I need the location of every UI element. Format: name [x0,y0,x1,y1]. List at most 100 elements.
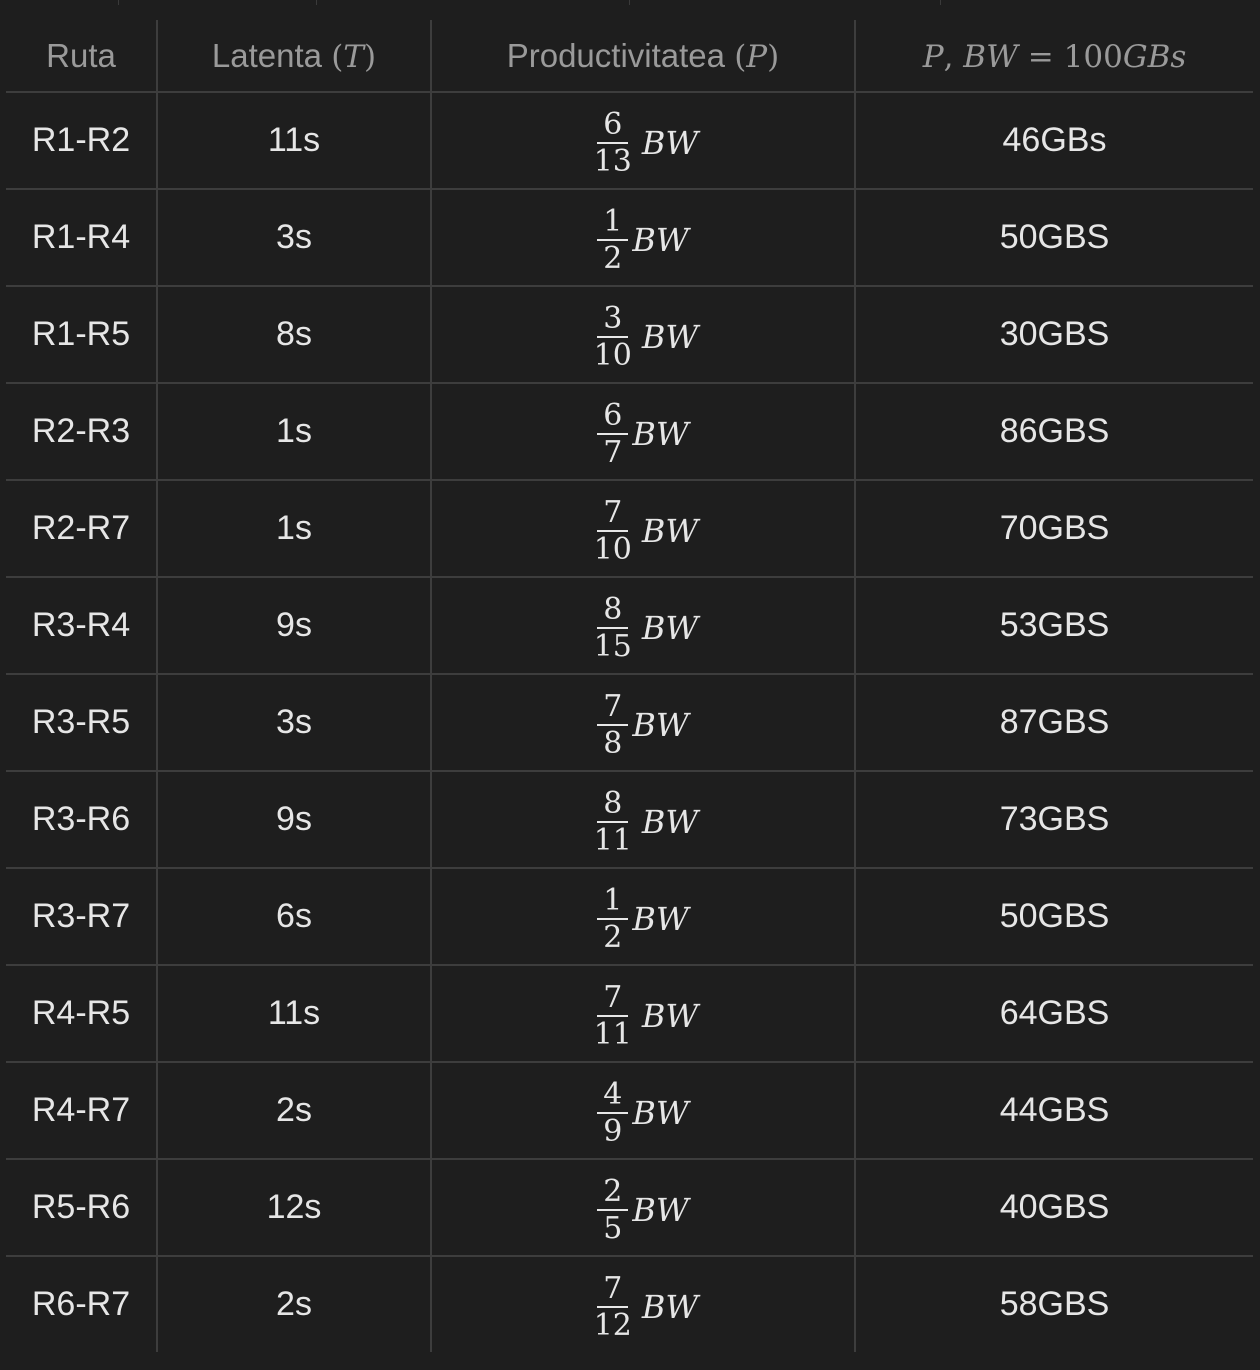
value-cell: 44GBS [854,1062,1253,1160]
fraction-denominator: 15 [593,629,632,664]
fraction: 7 10 [588,496,638,566]
latency-text: 3s [276,703,312,741]
throughput-cell: 6 13 BW [430,92,855,190]
fraction-denominator: 13 [593,144,632,179]
bw-symbol: BW [632,1191,689,1229]
header-latency-label: Latenta [211,36,323,74]
throughput-formula: 7 12 BW [588,1272,699,1342]
fraction-denominator: 11 [593,1017,632,1052]
throughput-formula: 4 9 BW [597,1078,689,1148]
latency-text: 11s [267,994,321,1032]
throughput-cell: 7 11 BW [430,965,855,1063]
page: Ruta Latenta (T) Productivitatea (P) P, … [0,0,1260,1370]
fraction-numerator: 2 [597,1175,629,1211]
fraction-numerator: 8 [597,593,629,629]
fraction-numerator: 6 [597,108,629,144]
value-text: 50GBS [999,218,1110,256]
throughput-formula: 8 11 BW [588,787,699,857]
throughput-symbol: P [746,38,768,75]
table-row: R3-R6 9s 8 11 BW 73GBS [6,771,1253,869]
bw-symbol: BW [641,803,699,841]
fraction-numerator: 7 [597,1272,629,1308]
throughput-cell: 7 8 BW [430,674,855,772]
fraction: 12 [597,884,629,955]
latency-text: 9s [276,606,312,644]
route-text: R1-R2 [31,121,131,159]
table-row: R1-R5 8s 3 10 BW 30GBS [6,286,1253,384]
fraction-denominator: 8 [603,726,623,761]
throughput-formula: 3 10 BW [588,302,699,372]
route-text: R4-R7 [31,1091,131,1129]
table-row: R2-R7 1s 7 10 BW 70GBS [6,480,1253,578]
latency-text: 1s [276,509,312,547]
route-text: R5-R6 [31,1188,131,1226]
throughput-cell: 7 10 BW [430,480,855,578]
fraction-denominator: 2 [603,920,623,955]
throughput-formula: 2 5 BW [597,1175,689,1246]
route-cell: R5-R6 [6,1159,157,1257]
fraction-denominator: 7 [603,435,623,470]
throughput-formula: 1 2 BW [597,884,689,955]
value-cell: 50GBS [854,189,1253,287]
header-latency-math: (T) [331,38,377,75]
route-cell: R4-R7 [6,1062,157,1160]
latency-text: 6s [276,897,312,935]
bw-symbol: BW [641,318,699,356]
fraction-numerator: 7 [597,690,629,726]
header-latency: Latenta (T) [156,20,431,93]
route-text: R3-R6 [31,800,131,838]
route-text: R1-R4 [31,218,131,256]
value-text: 64GBS [999,994,1110,1032]
fraction-denominator: 5 [603,1211,623,1246]
fraction-numerator: 6 [597,399,629,435]
value-text: 53GBS [999,606,1110,644]
throughput-formula: 7 8 BW [597,690,689,761]
table-row: R2-R3 1s 6 7 BW 86GBS [6,383,1253,481]
throughput-cell: 8 15 BW [430,577,855,675]
value-text: 58GBS [999,1285,1110,1323]
throughput-formula: 6 7 BW [597,399,689,470]
fraction: 49 [597,1078,629,1148]
fraction-denominator: 2 [603,241,623,276]
value-text: 50GBS [999,897,1110,935]
value-cell: 64GBS [854,965,1253,1063]
throughput-cell: 1 2 BW [430,868,855,966]
fraction-numerator: 7 [597,981,629,1017]
fraction: 8 11 [588,787,638,857]
latency-cell: 9s [156,577,431,675]
throughput-cell: 1 2 BW [430,189,855,287]
table-row: R4-R5 11s 7 11 BW 64GBS [6,965,1253,1063]
value-text: 44GBS [999,1091,1110,1129]
calc-p-symbol: P [922,38,944,75]
fraction: 78 [597,690,629,761]
route-text: R2-R7 [31,509,131,547]
route-cell: R2-R3 [6,383,157,481]
table-row: R1-R4 3s 1 2 BW 50GBS [6,189,1253,287]
throughput-cell: 3 10 BW [430,286,855,384]
value-cell: 70GBS [854,480,1253,578]
route-text: R3-R7 [31,897,131,935]
value-text: 87GBS [999,703,1110,741]
calc-bw-symbol: BW [963,38,1018,75]
value-cell: 86GBS [854,383,1253,481]
throughput-formula: 8 15 BW [588,593,699,664]
latency-cell: 3s [156,674,431,772]
fraction-numerator: 1 [597,884,629,920]
latency-cell: 11s [156,965,431,1063]
value-cell: 40GBS [854,1159,1253,1257]
fraction: 7 12 [588,1272,638,1342]
latency-cell: 2s [156,1062,431,1160]
latency-text: 12s [266,1188,322,1226]
route-text: R2-R3 [31,412,131,450]
value-cell: 50GBS [854,868,1253,966]
header-route-label: Ruta [46,36,116,74]
latency-cell: 8s [156,286,431,384]
route-cell: R3-R6 [6,771,157,869]
header-throughput-label: Productivitatea [506,36,726,74]
fraction: 6 13 [588,108,638,179]
route-cell: R2-R7 [6,480,157,578]
fraction: 25 [597,1175,629,1246]
value-text: 86GBS [999,412,1110,450]
latency-symbol: T [343,38,364,75]
value-text: 46GBs [1002,121,1107,159]
